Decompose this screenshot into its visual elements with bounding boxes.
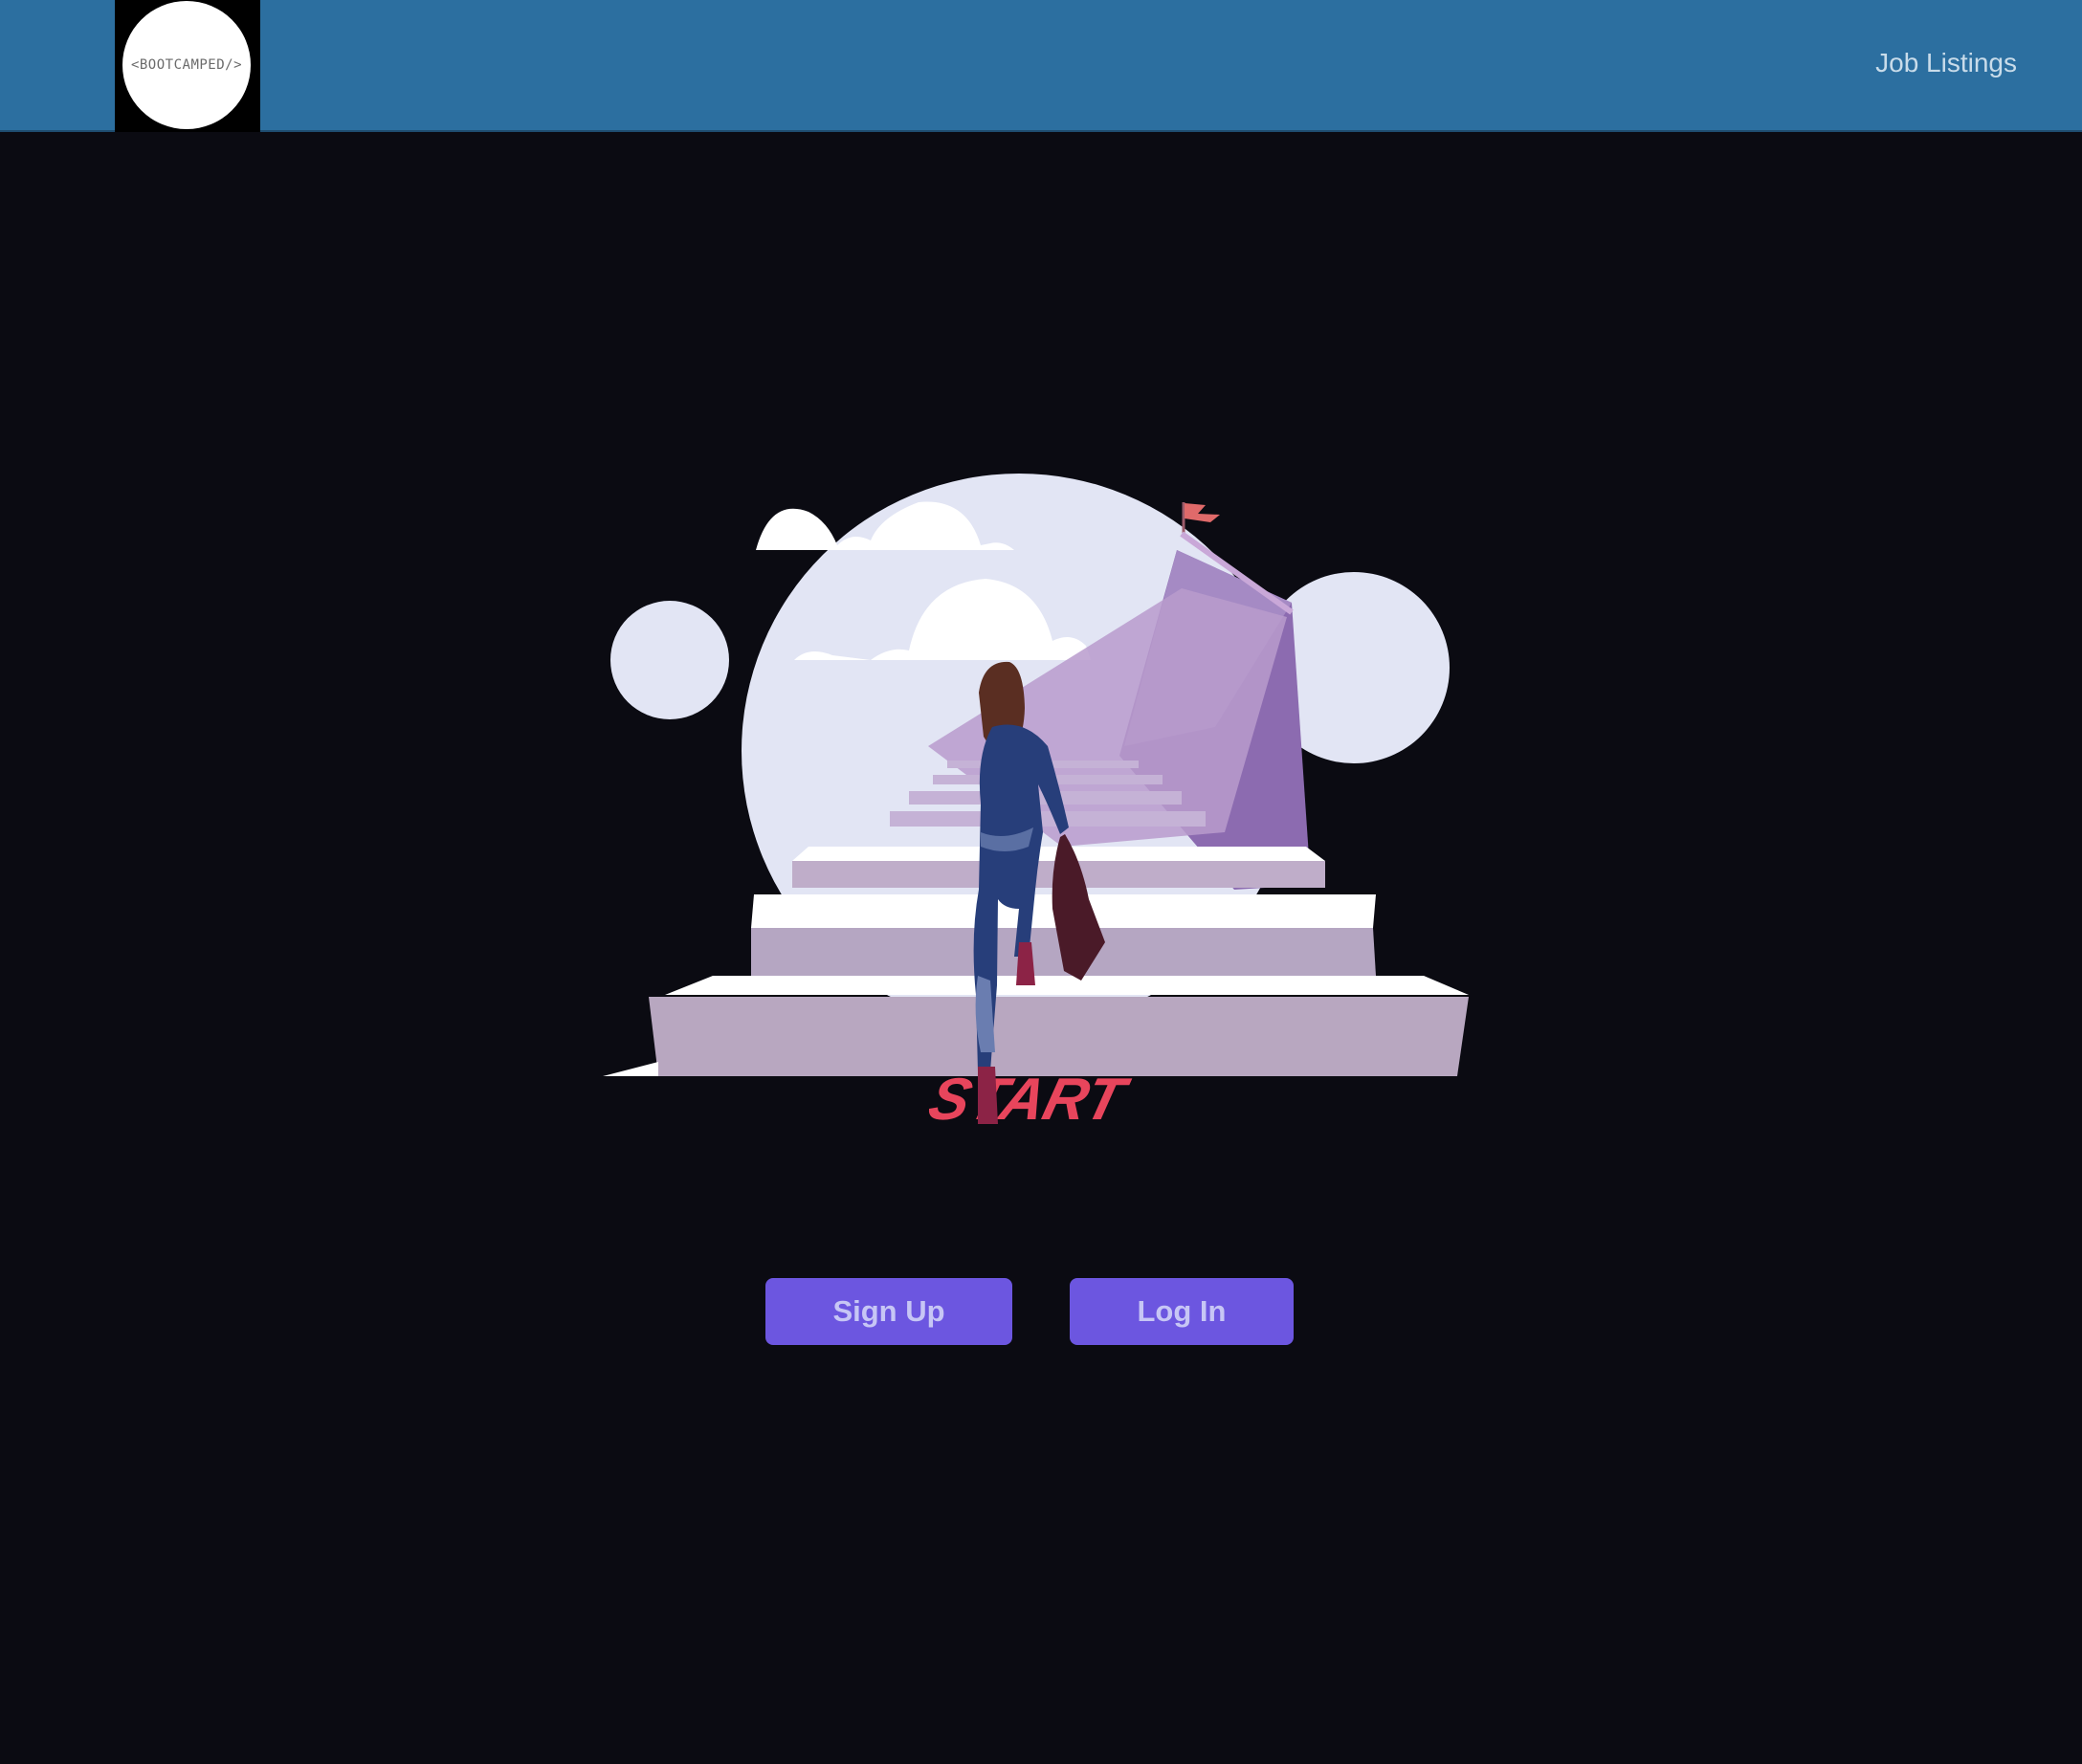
log-in-button[interactable]: Log In [1070,1278,1294,1345]
flag [1185,503,1220,522]
nav-link-job-listings[interactable]: Job Listings [1875,48,2017,78]
left-circle [610,601,729,719]
start-text: START [922,1067,1136,1129]
logo-text: <BOOTCAMPED/> [130,57,243,73]
logo-circle: <BOOTCAMPED/> [122,1,251,129]
hero-illustration: START [603,474,1469,1129]
sign-up-button[interactable]: Sign Up [765,1278,1012,1345]
navbar: <BOOTCAMPED/> Job Listings [0,0,2082,132]
logo[interactable]: <BOOTCAMPED/> [115,0,260,132]
